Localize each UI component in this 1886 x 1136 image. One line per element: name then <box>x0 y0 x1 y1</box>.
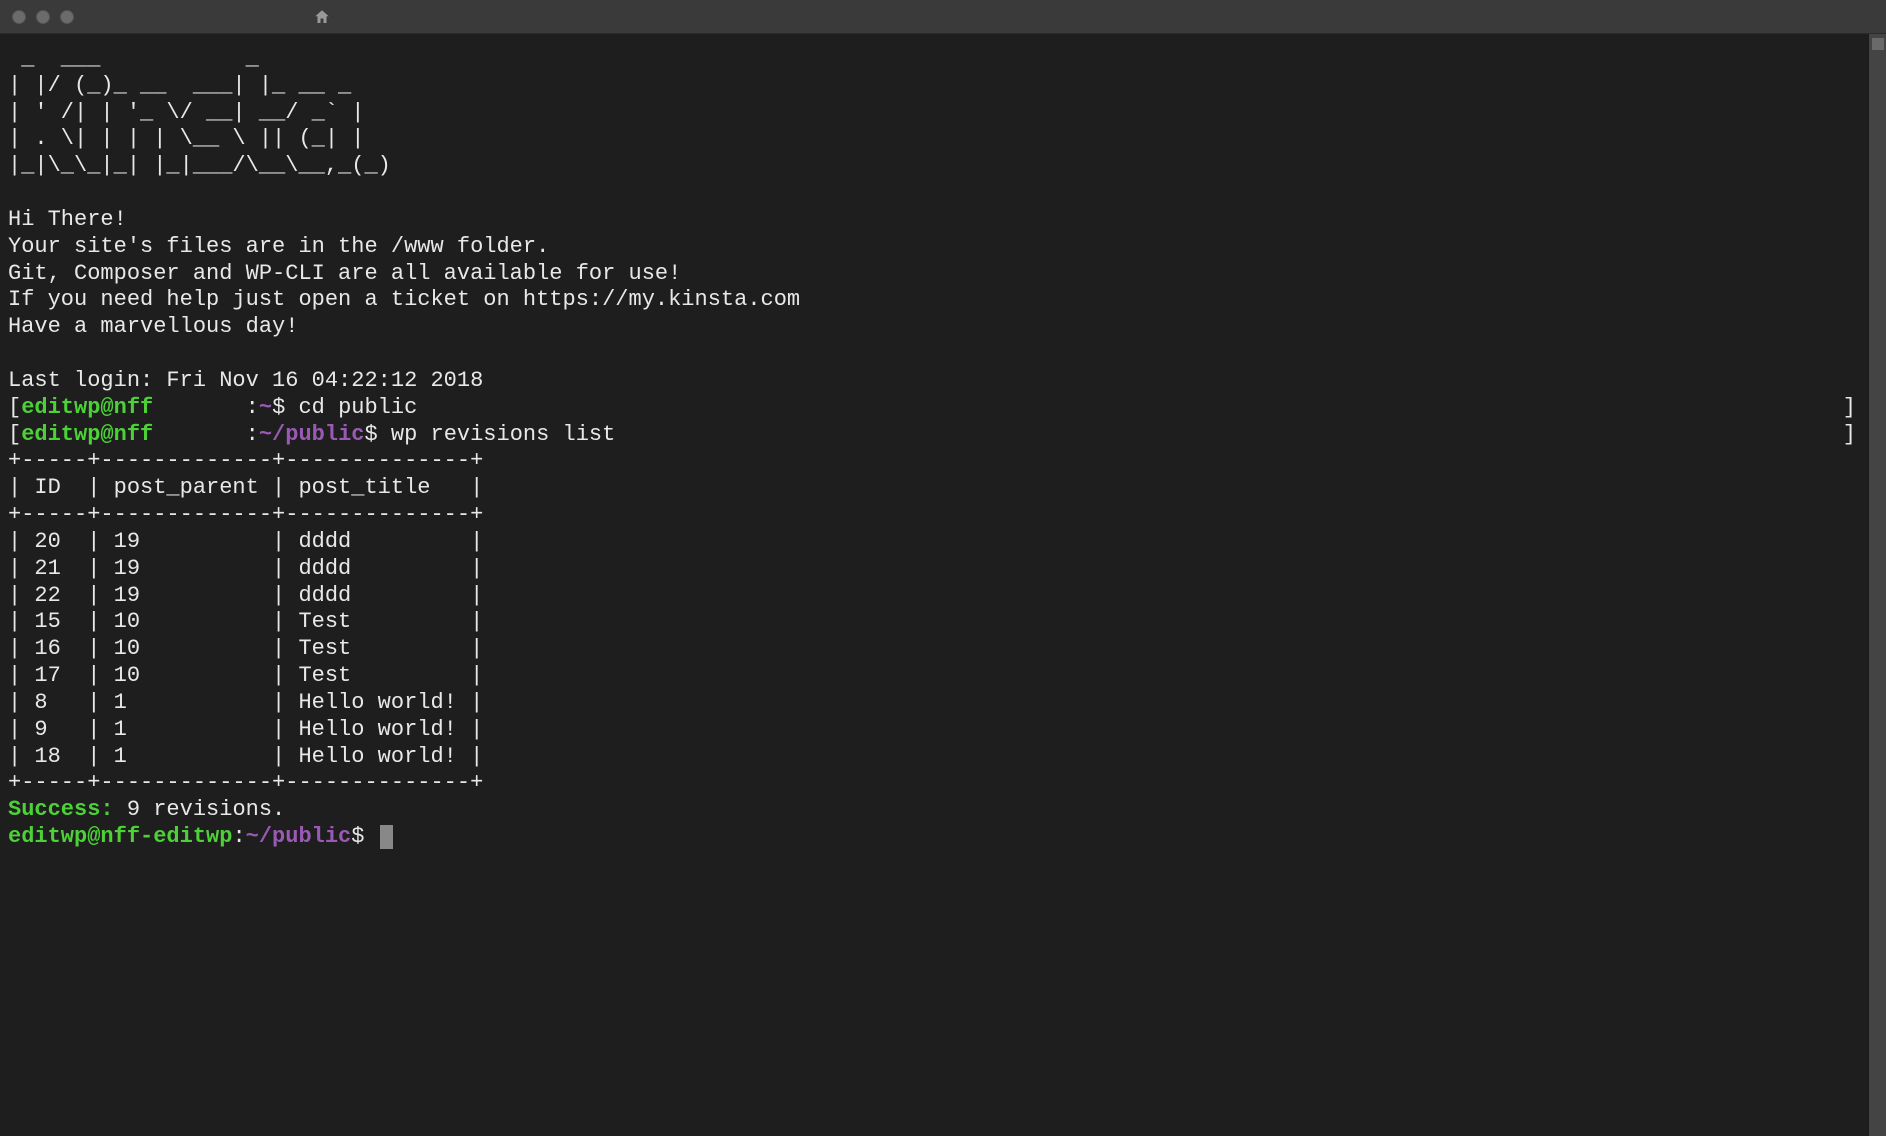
motd-greeting: Hi There! <box>8 207 127 232</box>
bracket-close: ] <box>1843 395 1860 422</box>
table-row: | 21 | 19 | dddd | <box>8 556 483 581</box>
prompt-user-host: editwp@nff-editwp <box>8 824 232 849</box>
terminal-output[interactable]: _ ___ _ | |/ (_)_ __ ___| |_ __ _ | ' /|… <box>0 34 1868 1136</box>
motd-line: Git, Composer and WP-CLI are all availab… <box>8 261 681 286</box>
table-row: | 17 | 10 | Test | <box>8 663 483 688</box>
prompt-path: ~ <box>259 395 272 420</box>
table-row: | 8 | 1 | Hello world! | <box>8 690 483 715</box>
motd-line: If you need help just open a ticket on h… <box>8 287 800 312</box>
table-row: | 20 | 19 | dddd | <box>8 529 483 554</box>
last-login: Last login: Fri Nov 16 04:22:12 2018 <box>8 368 483 393</box>
table-row: | 18 | 1 | Hello world! | <box>8 744 483 769</box>
minimize-window-button[interactable] <box>36 10 50 24</box>
prompt-colon: : <box>246 395 259 420</box>
command-text: wp revisions list <box>391 422 615 447</box>
table-border: +-----+-------------+--------------+ <box>8 770 483 795</box>
table-border: +-----+-------------+--------------+ <box>8 448 483 473</box>
table-header: | ID | post_parent | post_title | <box>8 475 483 500</box>
bracket-open: [ <box>8 395 21 420</box>
prompt-dollar: $ <box>351 824 377 849</box>
prompt-path: ~/public <box>259 422 365 447</box>
table-row: | 9 | 1 | Hello world! | <box>8 717 483 742</box>
terminal-wrapper: _ ___ _ | |/ (_)_ __ ___| |_ __ _ | ' /|… <box>0 34 1886 1136</box>
table-row: | 22 | 19 | dddd | <box>8 583 483 608</box>
prompt-dollar: $ <box>364 422 390 447</box>
close-window-button[interactable] <box>12 10 26 24</box>
bracket-close: ] <box>1843 422 1860 449</box>
prompt-dollar: $ <box>272 395 298 420</box>
prompt-spacer <box>153 422 245 447</box>
ascii-art-logo: _ ___ _ | |/ (_)_ __ ___| |_ __ _ | ' /|… <box>8 46 391 178</box>
window-titlebar <box>0 0 1886 34</box>
prompt-colon: : <box>232 824 245 849</box>
shell-prompt-line: [editwp@nff :~/public$ wp revisions list… <box>8 422 1860 449</box>
prompt-path: ~/public <box>246 824 352 849</box>
table-border: +-----+-------------+--------------+ <box>8 502 483 527</box>
table-row: | 15 | 10 | Test | <box>8 609 483 634</box>
motd-line: Have a marvellous day! <box>8 314 298 339</box>
traffic-lights <box>12 10 74 24</box>
motd-line: Your site's files are in the /www folder… <box>8 234 549 259</box>
success-message: 9 revisions. <box>114 797 286 822</box>
prompt-user-host: editwp@nff <box>21 422 153 447</box>
command-text: cd public <box>298 395 417 420</box>
prompt-colon: : <box>246 422 259 447</box>
scrollbar-corner-icon <box>1872 38 1884 50</box>
home-icon <box>313 8 331 26</box>
scrollbar-track[interactable] <box>1868 34 1886 1136</box>
prompt-user-host: editwp@nff <box>21 395 153 420</box>
table-row: | 16 | 10 | Test | <box>8 636 483 661</box>
scrollbar-thumb[interactable] <box>1869 34 1886 1136</box>
bracket-open: [ <box>8 422 21 447</box>
shell-prompt-line: [editwp@nff :~$ cd public] <box>8 395 1860 422</box>
maximize-window-button[interactable] <box>60 10 74 24</box>
success-label: Success: <box>8 797 114 822</box>
prompt-spacer <box>153 395 245 420</box>
cursor-block <box>380 825 393 849</box>
